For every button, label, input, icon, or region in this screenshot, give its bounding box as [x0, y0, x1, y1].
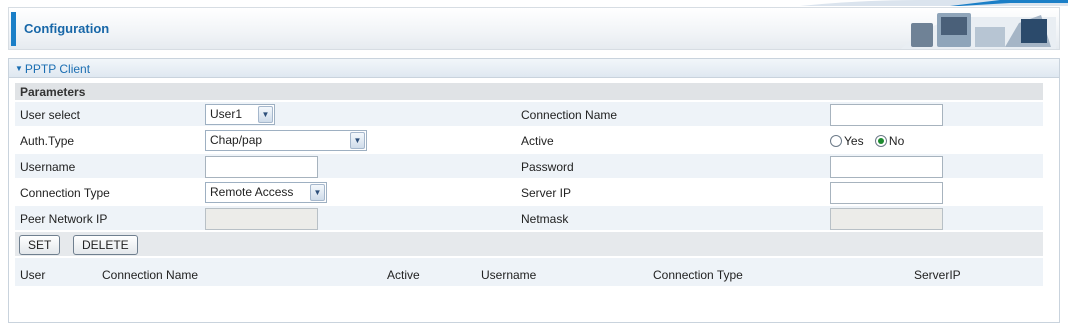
user-select-value: User1: [210, 107, 243, 121]
header-accent-bar: [11, 12, 16, 46]
form-row-connection-type: Connection Type Remote Access ▼ Server I…: [15, 180, 1043, 206]
chevron-down-icon[interactable]: ▼: [258, 106, 273, 123]
column-header-connection-name: Connection Name: [102, 268, 199, 282]
auth-type-value: Chap/pap: [210, 133, 263, 147]
netmask-label: Netmask: [521, 212, 569, 226]
form-row-username: Username Password: [15, 154, 1043, 180]
delete-button[interactable]: DELETE: [73, 235, 138, 255]
active-yes-radio[interactable]: [830, 135, 842, 147]
set-button[interactable]: SET: [19, 235, 61, 255]
netmask-input: [830, 208, 943, 230]
column-header-connection-type: Connection Type: [653, 268, 743, 282]
page-title: Configuration: [24, 21, 110, 36]
active-no-radio[interactable]: [874, 135, 887, 147]
active-label: Active: [521, 134, 554, 148]
column-header-server-ip: ServerIP: [914, 268, 961, 282]
user-select-dropdown[interactable]: User1 ▼: [205, 104, 275, 125]
auth-type-dropdown[interactable]: Chap/pap ▼: [205, 130, 367, 151]
page-header: Configuration: [8, 7, 1060, 50]
form-row-user-select: User select User1 ▼ Connection Name: [15, 102, 1043, 128]
peer-network-ip-input: [205, 208, 318, 230]
header-swoosh-decoration: [800, 0, 1068, 6]
server-ip-label: Server IP: [521, 186, 572, 200]
parameters-form: Parameters User select User1 ▼ Connectio…: [15, 83, 1043, 288]
collapse-arrow-icon[interactable]: ▼: [15, 64, 23, 73]
username-input[interactable]: [205, 156, 318, 178]
connection-name-input[interactable]: [830, 104, 943, 126]
connection-type-label: Connection Type: [20, 186, 110, 200]
connection-name-label: Connection Name: [521, 108, 618, 122]
connections-table-header: User Connection Name Active Username Con…: [15, 258, 1043, 288]
column-header-user: User: [20, 268, 46, 282]
action-button-row: SET DELETE: [15, 232, 1043, 258]
pptp-client-panel: ▼ PPTP Client Parameters User select User…: [8, 58, 1060, 323]
peer-network-ip-label: Peer Network IP: [20, 212, 108, 226]
username-label: Username: [20, 160, 76, 174]
header-illustration-icon: [901, 13, 1056, 49]
password-label: Password: [521, 160, 574, 174]
password-input[interactable]: [830, 156, 943, 178]
form-row-auth-type: Auth.Type Chap/pap ▼ Active Yes No: [15, 128, 1043, 154]
parameters-section-header: Parameters: [15, 83, 1043, 102]
active-no-label: No: [888, 134, 905, 148]
column-header-username: Username: [481, 268, 537, 282]
user-select-label: User select: [20, 108, 81, 122]
section-label: Parameters: [20, 85, 86, 99]
connection-type-dropdown[interactable]: Remote Access ▼: [205, 182, 327, 203]
column-header-active: Active: [387, 268, 420, 282]
active-radio-group: Yes No: [830, 134, 912, 148]
panel-title: PPTP Client: [24, 62, 91, 76]
chevron-down-icon[interactable]: ▼: [310, 184, 325, 201]
chevron-down-icon[interactable]: ▼: [350, 132, 365, 149]
connection-type-value: Remote Access: [210, 185, 294, 199]
auth-type-label: Auth.Type: [20, 134, 75, 148]
server-ip-input[interactable]: [830, 182, 943, 204]
form-row-peer-network-ip: Peer Network IP Netmask: [15, 206, 1043, 232]
active-yes-label: Yes: [844, 134, 864, 148]
pptp-client-panel-header[interactable]: ▼ PPTP Client: [9, 59, 1059, 78]
